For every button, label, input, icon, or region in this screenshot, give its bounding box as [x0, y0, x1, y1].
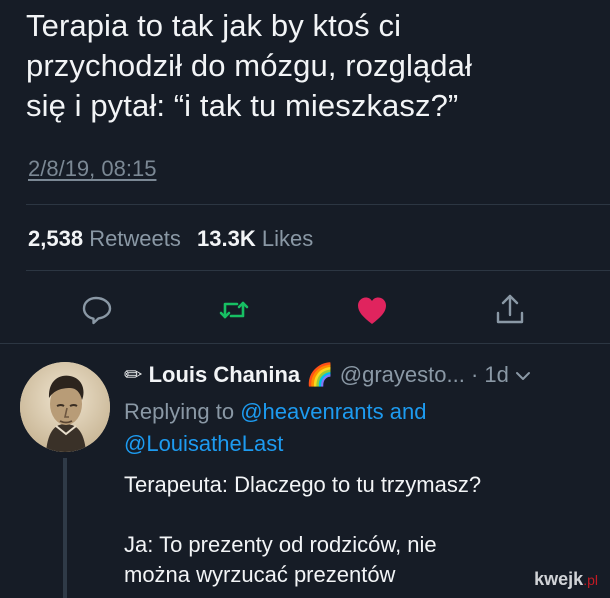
likes-count[interactable]: 13.3K [197, 226, 256, 251]
retweet-icon[interactable] [216, 292, 252, 328]
watermark-logo: kwejk.pl [534, 569, 598, 590]
reply-text: Terapeuta: Dlaczego to tu trzymasz? Ja: … [124, 470, 481, 590]
reply-author-name[interactable]: Louis Chanina [149, 362, 301, 387]
reply-author-handle[interactable]: @grayesto... [340, 362, 465, 387]
reply-text-line-1: Terapeuta: Dlaczego to tu trzymasz? [124, 472, 482, 497]
watermark-brand: kwejk [534, 569, 584, 589]
tweet-actions [0, 292, 610, 332]
tweet-stats: 2,538 Retweets 13.3K Likes [28, 226, 323, 252]
divider [0, 343, 610, 344]
avatar[interactable] [20, 362, 110, 452]
rainbow-icon: 🌈 [306, 362, 334, 387]
mention-link[interactable]: @LouisatheLast [124, 431, 283, 456]
tweet-text-line-1: Terapia to tak jak by ktoś ci [26, 8, 402, 43]
tweet-text-line-2: przychodził do mózgu, rozglądał [26, 48, 472, 83]
avatar-portrait-image [20, 362, 110, 452]
tweet-text: Terapia to tak jak by ktoś ci przychodzi… [26, 6, 596, 126]
share-icon[interactable] [492, 292, 528, 328]
heart-icon[interactable] [354, 292, 390, 328]
and-word[interactable]: and [390, 399, 427, 424]
reply-text-line-2: Ja: To prezenty od rodziców, nie [124, 532, 437, 557]
watermark-tld: .pl [583, 572, 598, 588]
mention-link[interactable]: @heavenrants [240, 399, 383, 424]
replying-to: Replying to @heavenrants and @LouisatheL… [124, 396, 426, 460]
pencil-icon: ✏ [124, 362, 143, 387]
divider [26, 270, 610, 271]
thread-line [63, 458, 67, 598]
retweets-count[interactable]: 2,538 [28, 226, 83, 251]
likes-label[interactable]: Likes [262, 226, 313, 251]
divider [26, 204, 610, 205]
reply-header: ✏ Louis Chanina 🌈 @grayesto... · 1d [124, 362, 531, 388]
reply-icon[interactable] [78, 292, 114, 328]
replying-prefix: Replying to [124, 399, 235, 424]
reply-time: · 1d [470, 362, 509, 387]
tweet-text-line-3: się i pytał: “i tak tu mieszkasz?” [26, 88, 459, 123]
reply-text-line-3: można wyrzucać prezentów [124, 562, 396, 587]
chevron-down-icon[interactable] [515, 362, 531, 387]
tweet-timestamp[interactable]: 2/8/19, 08:15 [28, 156, 156, 182]
retweets-label[interactable]: Retweets [89, 226, 181, 251]
